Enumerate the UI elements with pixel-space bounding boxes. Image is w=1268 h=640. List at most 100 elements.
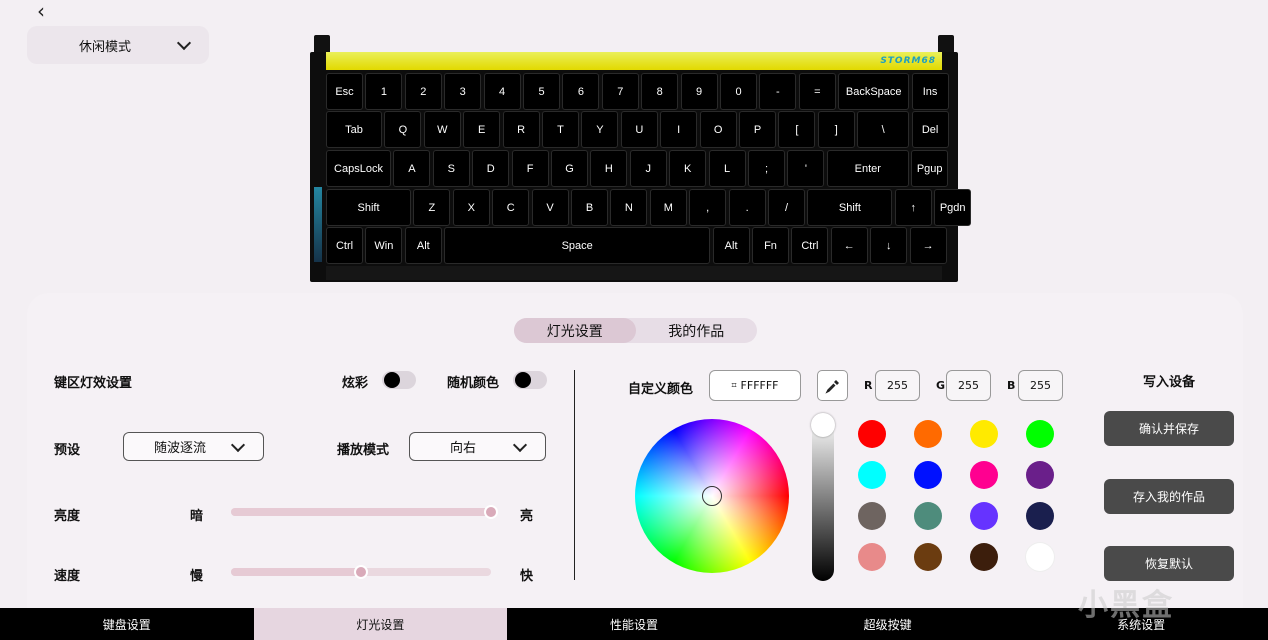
key[interactable]: [ — [778, 111, 816, 148]
key[interactable]: Shift — [807, 189, 893, 226]
color-swatch[interactable] — [858, 502, 886, 530]
color-swatch[interactable] — [970, 502, 998, 530]
color-wheel-thumb[interactable] — [702, 486, 722, 506]
key[interactable]: , — [689, 189, 727, 226]
key[interactable]: ; — [748, 150, 785, 187]
color-swatch[interactable] — [858, 420, 886, 448]
key[interactable]: 0 — [720, 73, 757, 110]
lightness-slider[interactable] — [812, 417, 834, 581]
key[interactable]: H — [590, 150, 628, 187]
color-swatch[interactable] — [970, 420, 998, 448]
mode-dropdown[interactable]: 休闲模式 — [27, 26, 209, 64]
tab-keyboard-settings[interactable]: 键盘设置 — [0, 608, 254, 640]
key[interactable]: Enter — [826, 150, 909, 187]
key[interactable]: ' — [787, 150, 825, 187]
color-swatch[interactable] — [1026, 502, 1054, 530]
key[interactable]: R — [502, 111, 540, 148]
key[interactable]: BackSpace — [838, 73, 910, 110]
speed-slider[interactable] — [231, 565, 491, 579]
key[interactable]: E — [463, 111, 501, 148]
key[interactable]: U — [620, 111, 658, 148]
key[interactable]: O — [699, 111, 737, 148]
tab-light-settings-bottom[interactable]: 灯光设置 — [253, 608, 508, 640]
key[interactable]: 1 — [365, 73, 403, 110]
key[interactable]: 4 — [483, 73, 521, 110]
key[interactable]: T — [542, 111, 579, 148]
tab-performance-settings[interactable]: 性能设置 — [507, 608, 761, 640]
key[interactable]: Alt — [404, 227, 442, 264]
key[interactable]: Esc — [326, 73, 363, 110]
b-input[interactable]: 255 — [1018, 370, 1063, 401]
key[interactable]: Tab — [326, 111, 382, 148]
color-swatch[interactable] — [914, 420, 942, 448]
key[interactable]: → — [909, 227, 947, 264]
key[interactable]: Y — [581, 111, 619, 148]
key[interactable]: S — [432, 150, 470, 187]
key[interactable]: 9 — [680, 73, 718, 110]
color-swatch[interactable] — [1026, 420, 1054, 448]
color-swatch[interactable] — [858, 461, 886, 489]
key[interactable]: D — [472, 150, 510, 187]
key[interactable]: I — [660, 111, 698, 148]
key[interactable]: - — [759, 73, 797, 110]
eyedropper-button[interactable] — [817, 370, 848, 401]
key[interactable]: F — [511, 150, 549, 187]
key[interactable]: \ — [857, 111, 910, 148]
key[interactable]: 3 — [444, 73, 482, 110]
key[interactable]: Space — [444, 227, 711, 264]
key[interactable]: Ins — [911, 73, 949, 110]
preset-dropdown[interactable]: 随波逐流 — [123, 432, 264, 461]
back-button[interactable]: ‹ — [30, 0, 52, 23]
speed-thumb[interactable] — [354, 565, 368, 579]
random-color-toggle[interactable] — [513, 371, 547, 389]
key[interactable]: Fn — [752, 227, 789, 264]
key[interactable]: = — [798, 73, 836, 110]
key[interactable]: 2 — [404, 73, 442, 110]
color-swatch[interactable] — [914, 461, 942, 489]
color-swatch[interactable] — [1026, 461, 1054, 489]
key[interactable]: 5 — [523, 73, 560, 110]
key[interactable]: 6 — [562, 73, 600, 110]
key[interactable]: A — [393, 150, 431, 187]
key[interactable]: Pgup — [911, 150, 949, 187]
key[interactable]: Win — [365, 227, 403, 264]
key[interactable]: J — [629, 150, 667, 187]
key[interactable]: . — [728, 189, 766, 226]
key[interactable]: / — [768, 189, 805, 226]
key[interactable]: Ctrl — [791, 227, 829, 264]
key[interactable]: ↓ — [870, 227, 908, 264]
color-swatch[interactable] — [1026, 543, 1054, 571]
colorful-toggle[interactable] — [382, 371, 416, 389]
key[interactable]: Z — [413, 189, 451, 226]
key[interactable]: 7 — [601, 73, 639, 110]
lightness-thumb[interactable] — [811, 413, 835, 437]
key[interactable]: M — [649, 189, 687, 226]
hex-input[interactable]: ⌗ FFFFFF — [709, 370, 801, 401]
color-swatch[interactable] — [858, 543, 886, 571]
key[interactable]: Q — [384, 111, 422, 148]
save-to-works-button[interactable]: 存入我的作品 — [1104, 479, 1234, 514]
key[interactable]: ↑ — [894, 189, 932, 226]
color-swatch[interactable] — [970, 543, 998, 571]
color-swatch[interactable] — [914, 543, 942, 571]
key[interactable]: Ctrl — [326, 227, 363, 264]
key[interactable]: Shift — [326, 189, 411, 226]
key[interactable]: Del — [911, 111, 949, 148]
reset-default-button[interactable]: 恢复默认 — [1104, 546, 1234, 581]
key[interactable]: V — [531, 189, 569, 226]
key[interactable]: L — [708, 150, 746, 187]
brightness-slider[interactable] — [231, 505, 498, 519]
tab-light-settings[interactable]: 灯光设置 — [514, 318, 636, 343]
key[interactable]: G — [551, 150, 588, 187]
color-swatch[interactable] — [970, 461, 998, 489]
key[interactable]: P — [739, 111, 776, 148]
brightness-thumb[interactable] — [484, 505, 498, 519]
tab-super-keys[interactable]: 超级按键 — [761, 608, 1015, 640]
confirm-save-button[interactable]: 确认并保存 — [1104, 411, 1234, 446]
key[interactable]: 8 — [641, 73, 679, 110]
key[interactable]: Pgdn — [934, 189, 972, 226]
key[interactable]: C — [492, 189, 530, 226]
key[interactable]: B — [571, 189, 608, 226]
key[interactable]: ← — [830, 227, 868, 264]
key[interactable]: N — [610, 189, 648, 226]
